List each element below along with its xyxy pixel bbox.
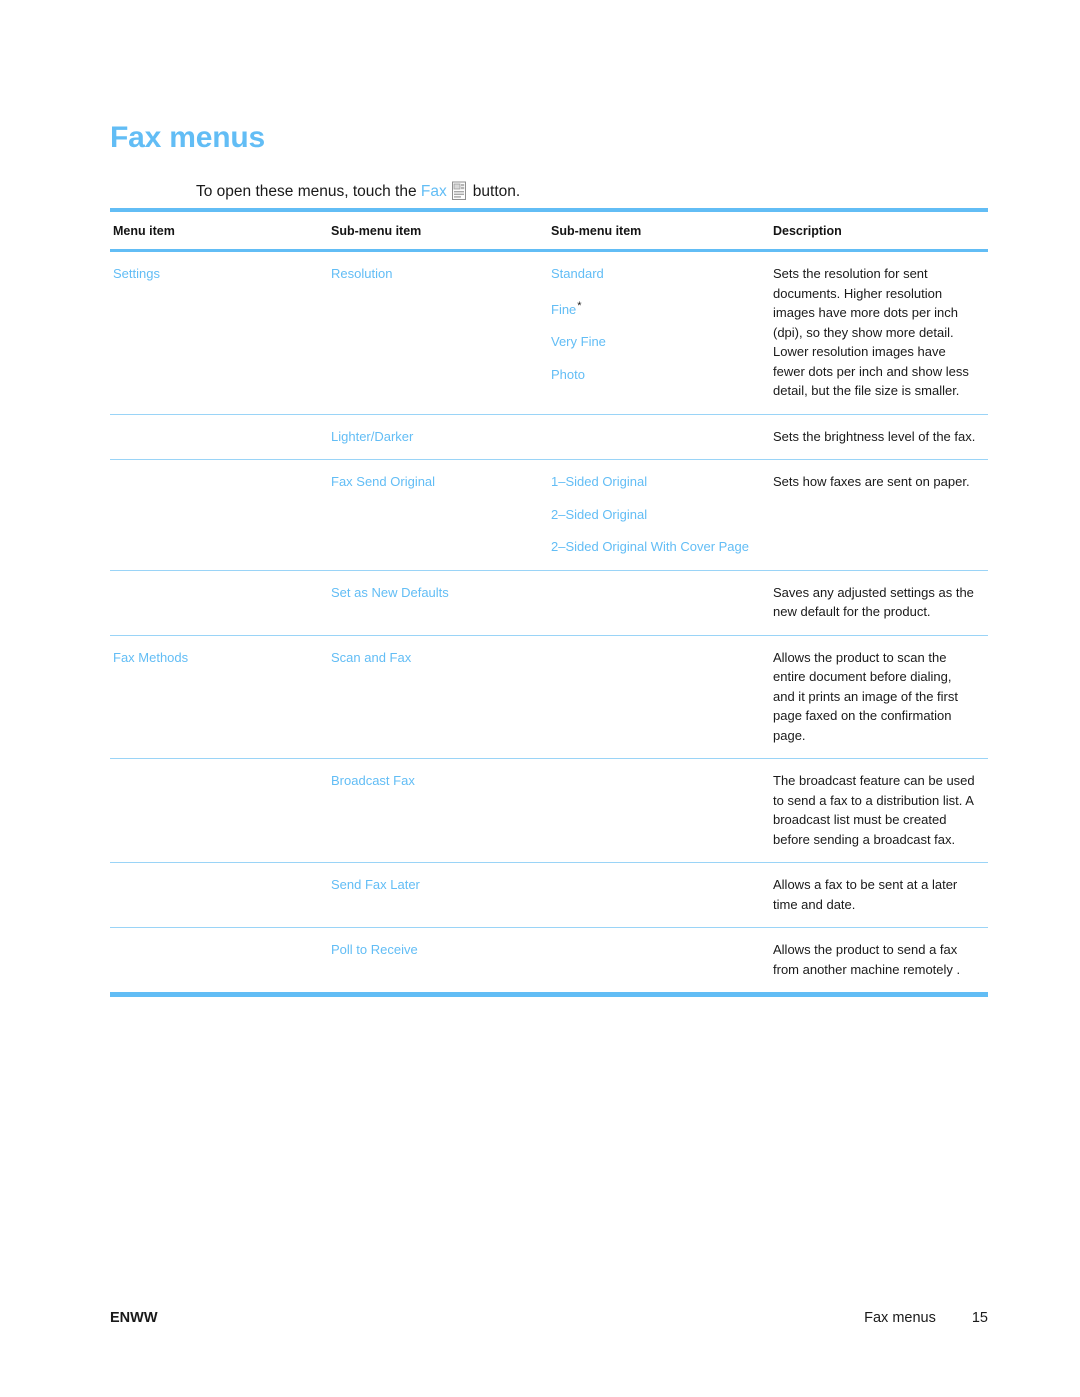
column-header-description: Description [770,208,988,252]
sub-menu-option[interactable]: 1–Sided Original [551,472,758,492]
sub-menu-option[interactable]: Standard [551,264,758,284]
cell-sub-menu-item-2 [548,862,770,928]
sub-menu-option[interactable]: Very Fine [551,332,758,352]
cell-sub-menu-item-1[interactable]: Send Fax Later [328,862,548,928]
sub-menu-option[interactable]: 2–Sided Original With Cover Page [551,537,758,557]
table-row: Poll to Receive Allows the product to sen… [110,927,988,997]
sub-menu-option[interactable]: Fine* [551,297,758,320]
intro-fax-term: Fax [420,182,447,200]
cell-description: Sets the resolution for sent documents. … [770,250,988,415]
column-header-sub-menu-item-2: Sub-menu item [548,208,770,252]
fax-button-icon [451,181,468,201]
cell-description: The broadcast feature can be used to sen… [770,758,988,863]
cell-sub-menu-item-2 [548,758,770,863]
footer-section-title: Fax menus [864,1310,936,1326]
cell-sub-menu-item-2: 1–Sided Original 2–Sided Original 2–Sided … [548,459,770,571]
cell-menu-item[interactable]: Fax Methods [110,635,328,759]
column-header-sub-menu-item-1: Sub-menu item [328,208,548,252]
table-row: Lighter/Darker Sets the brightness level … [110,414,988,460]
table-body: Settings Resolution Standard Fine* Very Fine… [110,250,988,997]
table-header-row: Menu item Sub-menu item Sub-menu item De… [110,208,988,252]
table-row: Set as New Defaults Saves any adjusted se… [110,570,988,636]
table-row: Fax Methods Scan and Fax Allows the produc… [110,635,988,759]
cell-sub-menu-item-1[interactable]: Poll to Receive [328,927,548,997]
cell-menu-item [110,862,328,928]
cell-sub-menu-item-2 [548,635,770,759]
cell-sub-menu-item-1[interactable]: Broadcast Fax [328,758,548,863]
column-header-menu-item: Menu item [110,208,328,252]
footer-locale: ENWW [110,1310,158,1326]
cell-description: Allows the product to send a fax from an… [770,927,988,997]
fax-menus-table: Menu item Sub-menu item Sub-menu item De… [110,208,988,997]
cell-menu-item[interactable]: Settings [110,250,328,415]
cell-sub-menu-item-2 [548,414,770,460]
cell-menu-item [110,570,328,636]
intro-text-after: button. [472,182,521,200]
cell-sub-menu-item-1[interactable]: Scan and Fax [328,635,548,759]
footer-page-number: 15 [971,1310,988,1326]
intro-text-before: To open these menus, touch the [196,182,417,200]
cell-sub-menu-item-2 [548,927,770,997]
table-row: Broadcast Fax The broadcast feature can b… [110,758,988,863]
document-page: Fax menus To open these menus, touch the… [0,0,1080,1397]
cell-menu-item [110,459,328,571]
cell-description: Allows a fax to be sent at a later time … [770,862,988,928]
table-row: Fax Send Original 1–Sided Original 2–Sided… [110,459,988,571]
cell-sub-menu-item-1[interactable]: Lighter/Darker [328,414,548,460]
cell-sub-menu-item-1[interactable]: Resolution [328,250,548,415]
cell-menu-item [110,414,328,460]
cell-sub-menu-item-2: Standard Fine* Very Fine Photo [548,250,770,415]
table-header: Menu item Sub-menu item Sub-menu item De… [110,208,988,252]
footer-right-group: Fax menus 15 [864,1310,988,1326]
cell-menu-item [110,758,328,863]
table-row: Settings Resolution Standard Fine* Very Fine… [110,250,988,415]
default-marker-asterisk: * [577,299,582,312]
cell-sub-menu-item-2 [548,570,770,636]
page-title: Fax menus [110,121,265,155]
sub-menu-option[interactable]: Photo [551,365,758,385]
cell-description: Sets how faxes are sent on paper. [770,459,988,571]
sub-menu-option[interactable]: 2–Sided Original [551,505,758,525]
table-row: Send Fax Later Allows a fax to be sent at… [110,862,988,928]
cell-description: Allows the product to scan the entire do… [770,635,988,759]
cell-menu-item [110,927,328,997]
cell-sub-menu-item-1[interactable]: Fax Send Original [328,459,548,571]
cell-sub-menu-item-1[interactable]: Set as New Defaults [328,570,548,636]
intro-paragraph: To open these menus, touch the Fax button… [196,181,520,202]
cell-description: Sets the brightness level of the fax. [770,414,988,460]
cell-description: Saves any adjusted settings as the new d… [770,570,988,636]
